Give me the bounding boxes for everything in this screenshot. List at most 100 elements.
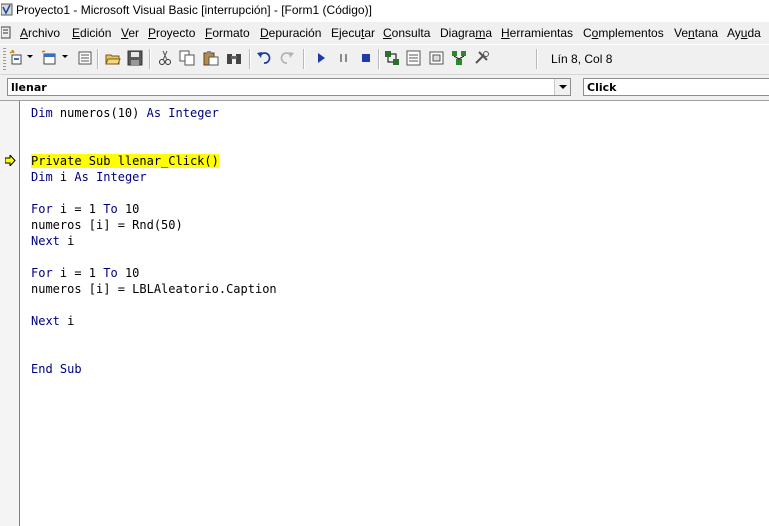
toolbar-separator	[97, 49, 99, 69]
toolbar-separator	[149, 49, 151, 69]
stop-icon[interactable]	[358, 50, 374, 66]
code-token: i	[59, 314, 75, 328]
menu-bar: Archivo Edición Ver Proyecto Formato Depuraci…	[0, 22, 769, 44]
code-token: i = 1	[52, 202, 104, 216]
code-keyword: Integer	[168, 106, 219, 120]
code-keyword: To	[103, 266, 118, 280]
code-token: 10	[117, 202, 140, 216]
code-line[interactable]	[31, 345, 277, 361]
menu-item-herramientas[interactable]: Herramientas	[501, 26, 573, 40]
code-line[interactable]: Next i	[31, 233, 277, 249]
save-icon[interactable]	[127, 50, 143, 66]
menu-item-complementos[interactable]: Complementos	[583, 26, 664, 40]
add-project-icon[interactable]	[9, 50, 25, 66]
code-line[interactable]	[31, 185, 277, 201]
menu-item-ejecutar[interactable]: Ejecutar	[331, 26, 375, 40]
code-keyword: Next	[31, 314, 60, 328]
code-token: Private Sub llenar_Click()	[31, 154, 219, 168]
cursor-position-indicator: Lín 8, Col 8	[551, 52, 613, 66]
code-text[interactable]: Dim numeros(10) As Integer Private Sub ll…	[31, 105, 277, 377]
menu-item-ventana[interactable]: Ventana	[674, 26, 718, 40]
code-keyword: For	[31, 266, 53, 280]
toolbar-separator	[303, 49, 305, 69]
code-keyword: Next	[31, 234, 60, 248]
cut-icon[interactable]	[157, 50, 173, 66]
find-icon[interactable]	[226, 50, 242, 66]
current-statement-arrow-icon	[5, 155, 16, 166]
code-keyword: As	[74, 170, 89, 184]
current-statement-highlight: Private Sub llenar_Click()	[31, 154, 219, 168]
code-editor[interactable]: Dim numeros(10) As Integer Private Sub ll…	[0, 100, 769, 526]
code-token: numeros [i] = Rnd(50)	[31, 218, 183, 232]
redo-icon[interactable]	[279, 50, 295, 66]
code-line[interactable]	[31, 329, 277, 345]
code-keyword: For	[31, 202, 53, 216]
code-window-icon[interactable]	[1, 26, 11, 39]
menu-item-proyecto[interactable]: Proyecto	[148, 26, 195, 40]
code-line[interactable]	[31, 137, 277, 153]
object-combobox[interactable]: llenar	[7, 78, 571, 96]
code-token: i	[59, 234, 75, 248]
code-line[interactable]: Dim i As Integer	[31, 169, 277, 185]
code-line[interactable]	[31, 249, 277, 265]
menu-item-ver[interactable]: Ver	[121, 26, 139, 40]
run-icon[interactable]	[313, 50, 329, 66]
toolbar-separator	[378, 49, 380, 69]
project-explorer-icon[interactable]	[384, 50, 400, 66]
code-line[interactable]: For i = 1 To 10	[31, 201, 277, 217]
object-combobox-dropdown-button[interactable]	[554, 79, 570, 95]
form-layout-icon[interactable]	[429, 50, 445, 66]
menu-item-archivo[interactable]: Archivo	[20, 26, 60, 40]
code-line[interactable]: Private Sub llenar_Click()	[31, 153, 277, 169]
toolbar-grip[interactable]	[3, 48, 6, 70]
code-line[interactable]	[31, 297, 277, 313]
code-line[interactable]	[31, 121, 277, 137]
code-line[interactable]: Dim numeros(10) As Integer	[31, 105, 277, 121]
dropdown-arrow-icon[interactable]	[27, 55, 33, 58]
pause-icon[interactable]	[336, 50, 352, 66]
code-line[interactable]: Next i	[31, 313, 277, 329]
code-token: 10	[117, 266, 140, 280]
code-keyword: End Sub	[31, 362, 82, 376]
code-token: numeros(10)	[52, 106, 147, 120]
code-keyword: As	[146, 106, 162, 120]
standard-toolbar: Lín 8, Col 8	[0, 45, 769, 75]
code-token: i	[52, 170, 75, 184]
chevron-down-icon	[559, 85, 567, 89]
menu-item-edición[interactable]: Edición	[72, 26, 111, 40]
code-token: i = 1	[52, 266, 104, 280]
code-keyword: Dim	[31, 106, 53, 120]
paste-icon[interactable]	[203, 50, 219, 66]
menu-item-diagrama[interactable]: Diagrama	[440, 26, 492, 40]
vb-app-icon[interactable]	[1, 3, 13, 16]
menu-item-ayuda[interactable]: Ayuda	[727, 26, 761, 40]
menu-item-formato[interactable]: Formato	[205, 26, 250, 40]
object-browser-icon[interactable]	[451, 50, 467, 66]
toolbar-separator	[536, 49, 538, 69]
code-line[interactable]: For i = 1 To 10	[31, 265, 277, 281]
undo-icon[interactable]	[256, 50, 272, 66]
menu-item-consulta[interactable]: Consulta	[383, 26, 430, 40]
window-title: Proyecto1 - Microsoft Visual Basic [inte…	[16, 3, 372, 17]
procedure-combobox[interactable]: Click	[583, 78, 769, 96]
code-window-combo-bar: llenar Click	[0, 75, 769, 100]
open-icon[interactable]	[105, 50, 121, 66]
toolbar-separator	[249, 49, 251, 69]
toolbox-icon[interactable]	[474, 50, 490, 66]
object-combobox-value: llenar	[11, 81, 47, 94]
code-line[interactable]: numeros [i] = LBLAleatorio.Caption	[31, 281, 277, 297]
code-line[interactable]: numeros [i] = Rnd(50)	[31, 217, 277, 233]
menu-editor-icon[interactable]	[77, 50, 93, 66]
code-line[interactable]: End Sub	[31, 361, 277, 377]
copy-icon[interactable]	[179, 50, 195, 66]
code-keyword: To	[103, 202, 118, 216]
dropdown-arrow-icon[interactable]	[62, 55, 68, 58]
code-keyword: Dim	[31, 170, 53, 184]
code-keyword: Integer	[96, 170, 147, 184]
menu-item-depuración[interactable]: Depuración	[260, 26, 321, 40]
code-token: numeros [i] = LBLAleatorio.Caption	[31, 282, 277, 296]
procedure-combobox-value: Click	[587, 81, 617, 94]
properties-icon[interactable]	[406, 50, 422, 66]
add-form-icon[interactable]	[41, 50, 57, 66]
